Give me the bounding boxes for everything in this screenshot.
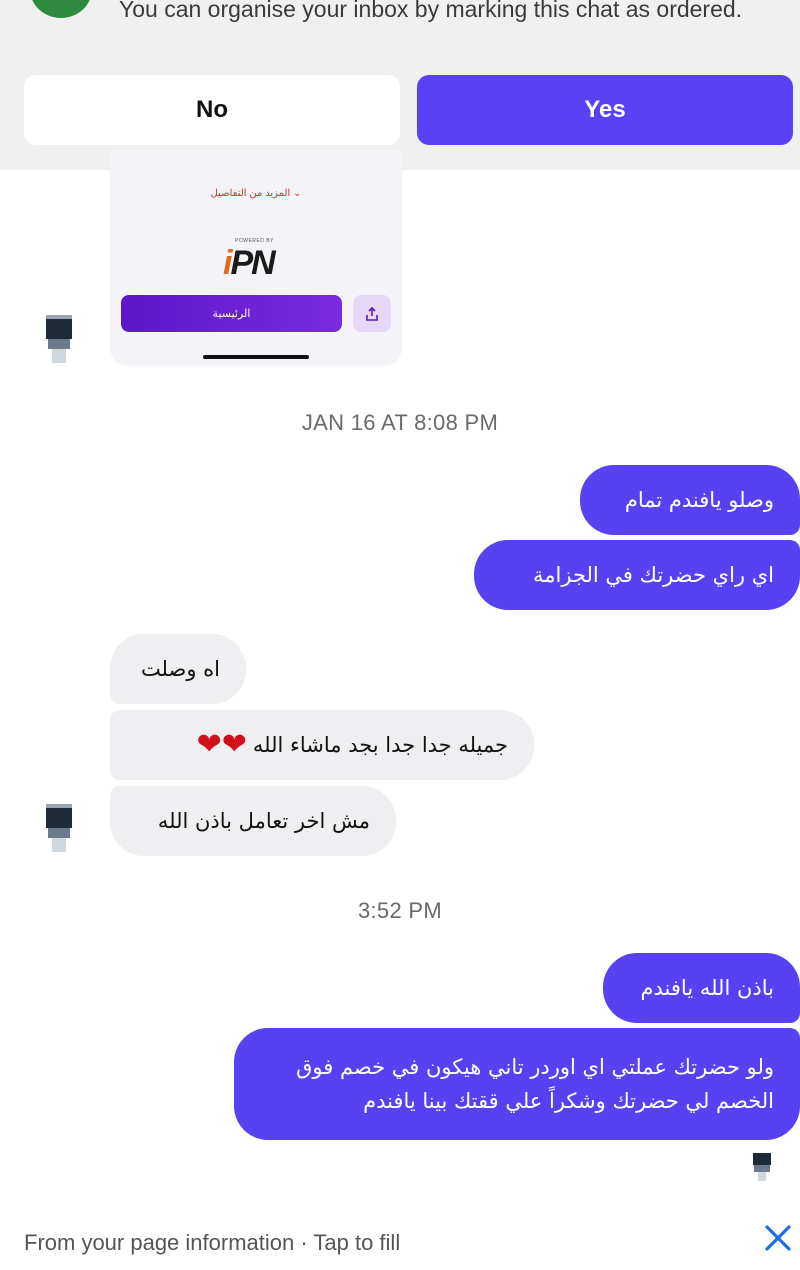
message-bubble-incoming[interactable]: جميله جدا جدا بجد ماشاء الله ❤❤ xyxy=(110,710,534,780)
timestamp: JAN 16 AT 8:08 PM xyxy=(301,410,499,435)
seen-avatar xyxy=(750,1148,774,1182)
message-bubble-incoming[interactable]: اه وصلت xyxy=(110,634,246,704)
yes-button[interactable]: Yes xyxy=(417,75,793,145)
timestamp: 3:52 PM xyxy=(357,898,443,923)
order-prompt-banner: You can organise your inbox by marking t… xyxy=(0,0,800,170)
autofill-bar[interactable]: From your page information · Tap to fill xyxy=(0,1206,800,1270)
banner-message: You can organise your inbox by marking t… xyxy=(119,0,743,22)
message-bubble-outgoing[interactable]: وصلو يافندم تمام xyxy=(580,465,800,535)
share-icon xyxy=(353,295,391,332)
more-details-link: المزيد من التفاصيل ⌄ xyxy=(210,188,302,199)
contact-avatar[interactable] xyxy=(42,311,76,367)
chat-screen: You can organise your inbox by marking t… xyxy=(0,0,800,1270)
message-text: جميله جدا جدا بجد ماشاء الله xyxy=(252,733,508,757)
heart-emoji: ❤❤ xyxy=(196,727,247,762)
no-button[interactable]: No xyxy=(24,75,400,145)
message-bubble-outgoing[interactable]: ولو حضرتك عملتي اي اوردر تاني هيكون في خ… xyxy=(234,1028,800,1140)
message-bubble-outgoing[interactable]: اي راي حضرتك في الجزامة xyxy=(474,540,800,610)
status-icon xyxy=(30,0,92,18)
ipn-logo: POWERED BY iPN xyxy=(223,238,276,282)
contact-avatar[interactable] xyxy=(42,800,76,856)
autofill-hint[interactable]: From your page information · Tap to fill xyxy=(24,1230,400,1256)
home-indicator xyxy=(203,355,309,359)
message-bubble-incoming[interactable]: مش اخر تعامل باذن الله xyxy=(110,786,396,856)
shared-image-preview[interactable]: المزيد من التفاصيل ⌄ POWERED BY iPN الرئ… xyxy=(110,150,402,366)
close-icon[interactable] xyxy=(758,1218,798,1258)
message-bubble-outgoing[interactable]: باذن الله يافندم xyxy=(603,953,800,1023)
home-button-image: الرئيسية xyxy=(121,295,342,332)
